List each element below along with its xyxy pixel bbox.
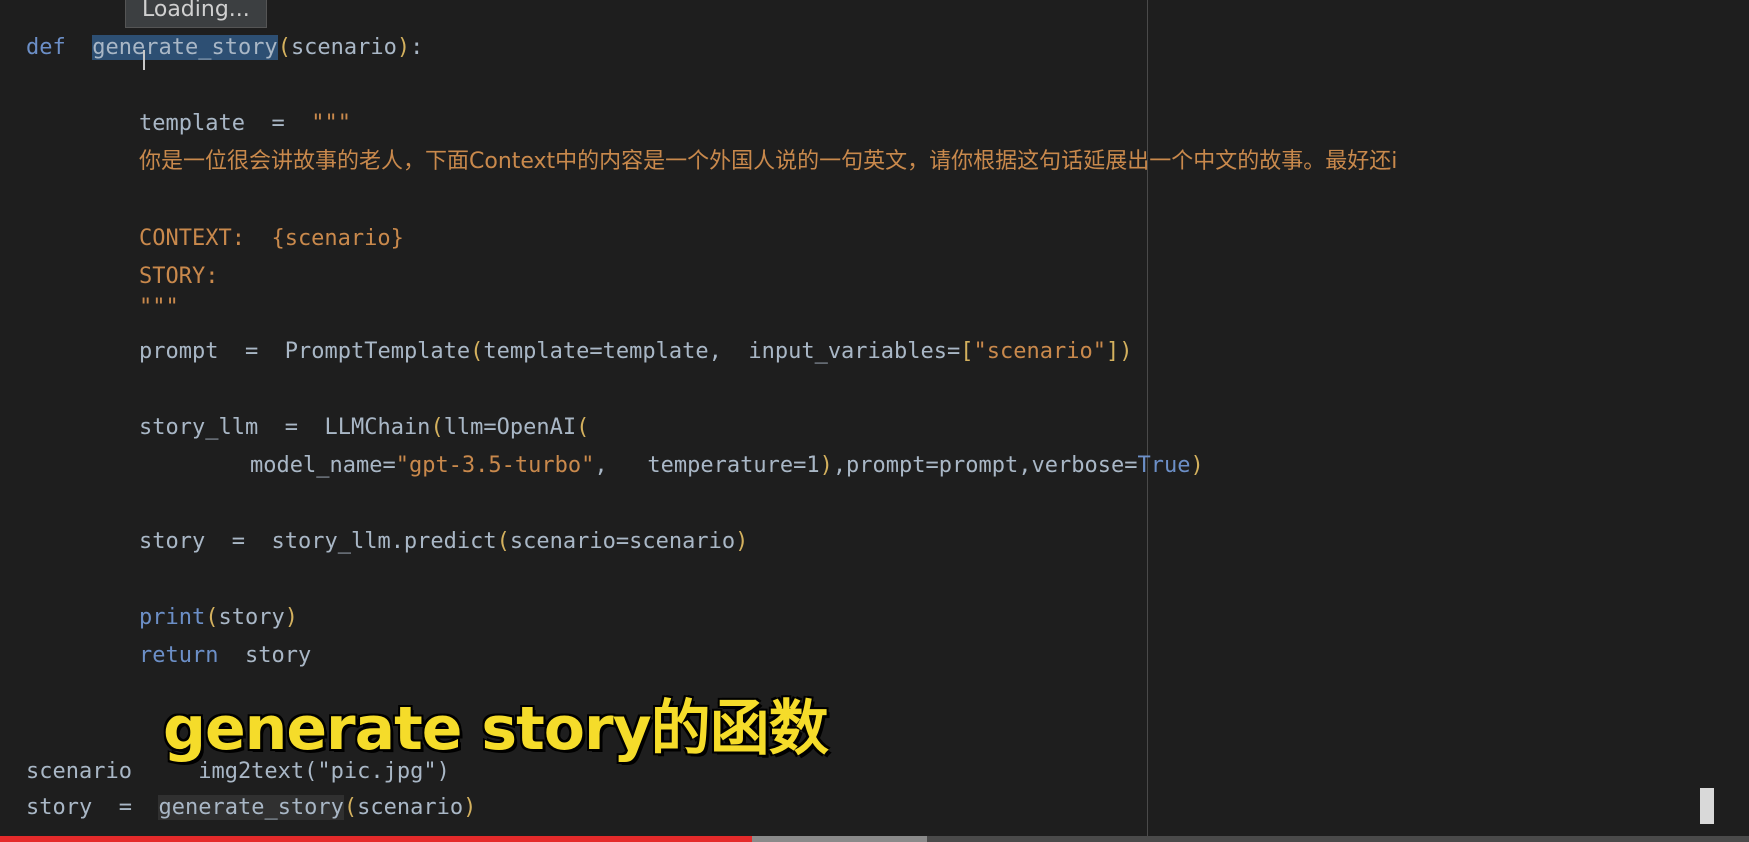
def-keyword: def: [26, 35, 66, 60]
code-line-story-predict[interactable]: story = story_llm.predict(scenario=scena…: [139, 527, 748, 557]
code-line-return[interactable]: return story: [139, 641, 311, 671]
code-line-prompt[interactable]: prompt = PromptTemplate(template=templat…: [139, 337, 1132, 367]
video-subtitle: generate story的函数: [163, 694, 829, 764]
text-cursor: [143, 50, 145, 70]
function-name-selected[interactable]: generate_story: [92, 35, 278, 60]
scrollbar-thumb[interactable]: [1700, 788, 1714, 824]
code-line-story-llm[interactable]: story_llm = LLMChain(llm=OpenAI(: [139, 413, 589, 443]
code-line-model-args[interactable]: model_name="gpt-3.5-turbo", temperature=…: [250, 451, 1204, 481]
code-editor[interactable]: Loading... def generate_story(scenario):…: [0, 0, 1749, 842]
code-line-story-call[interactable]: story = generate_story(scenario): [26, 793, 476, 823]
code-line-triple-quote[interactable]: """: [139, 293, 179, 323]
code-line-chinese-prompt[interactable]: 你是一位很会讲故事的老人，下面Context中的内容是一个外国人说的一句英文，请…: [139, 147, 1397, 177]
code-line-story-label[interactable]: STORY:: [139, 262, 218, 292]
code-line-context[interactable]: CONTEXT: {scenario}: [139, 224, 404, 254]
loading-tooltip: Loading...: [125, 0, 267, 28]
right-margin-guide: [1147, 0, 1148, 842]
code-line-template[interactable]: template = """: [139, 109, 351, 139]
code-line-print[interactable]: print(story): [139, 603, 298, 633]
code-line-def[interactable]: def generate_story(scenario):: [26, 33, 423, 63]
video-progress-fill: [0, 836, 753, 842]
